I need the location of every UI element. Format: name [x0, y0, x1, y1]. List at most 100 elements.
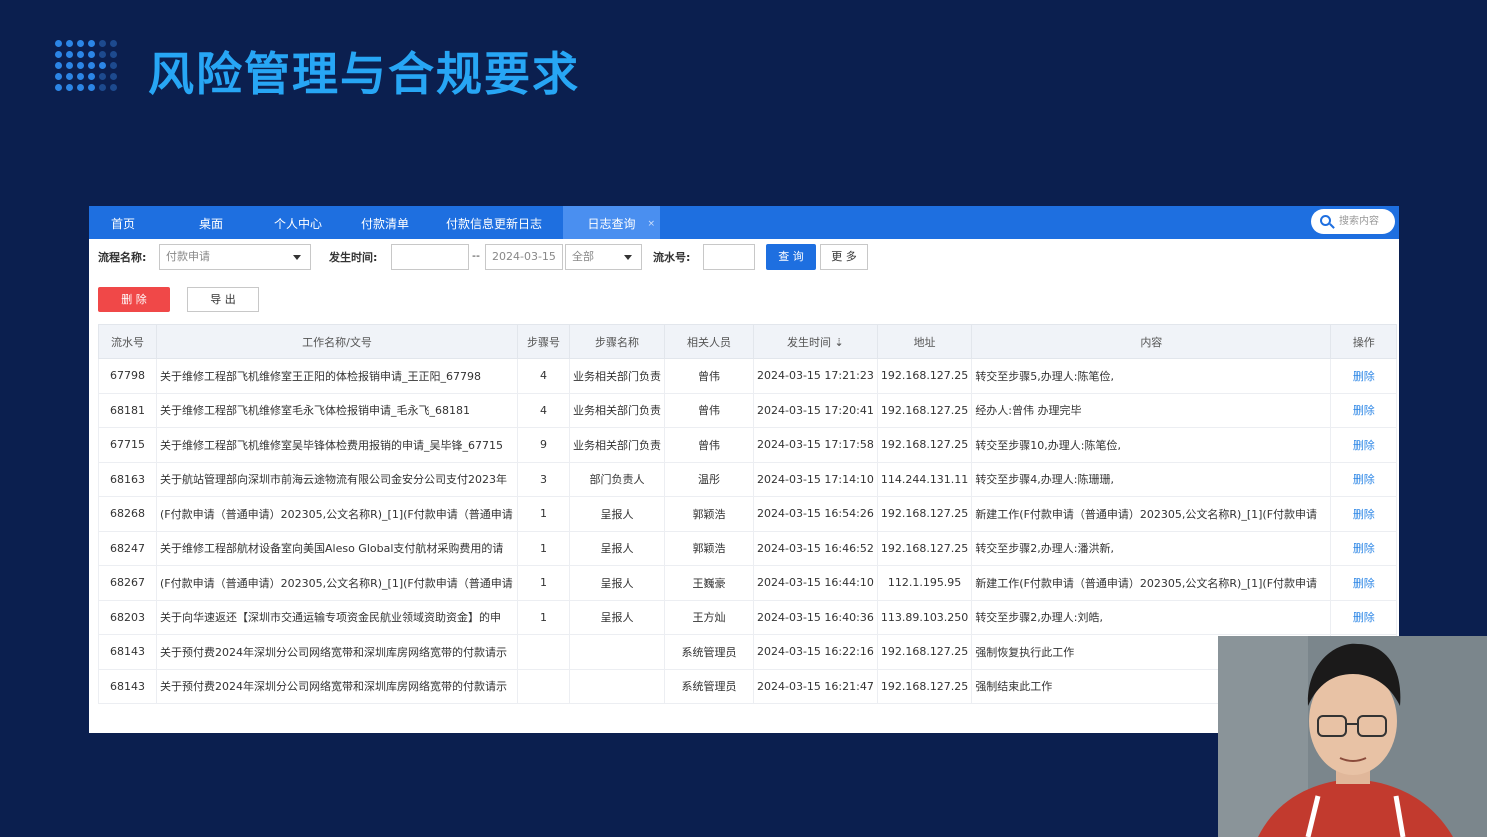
col-step-no[interactable]: 步骤号 — [517, 324, 570, 359]
cell-serial: 68181 — [98, 392, 157, 428]
col-time[interactable]: 发生时间 ⇣ — [753, 324, 878, 359]
col-content[interactable]: 内容 — [971, 324, 1332, 359]
cell-address: 192.168.127.25 — [876, 634, 973, 670]
table-row[interactable]: 68267 (F付款申请（普通申请）202305,公文名称R)_[1](F付款申请… — [98, 565, 1398, 601]
table-row[interactable]: 68181 关于维修工程部飞机维修室毛永飞体检报销申请_毛永飞_68181 4 业务相… — [98, 392, 1398, 428]
cell-step-name: 业务相关部门负责 — [569, 427, 665, 463]
serial-input[interactable] — [703, 244, 755, 270]
cell-action[interactable]: 删除 — [1330, 565, 1398, 601]
flow-name-label: 流程名称: — [98, 251, 147, 264]
col-action: 操作 — [1330, 324, 1398, 359]
time-start-input[interactable] — [391, 244, 469, 270]
cell-time: 2024-03-15 17:20:41 — [753, 392, 878, 428]
cell-work-name: 关于预付费2024年深圳分公司网络宽带和深圳库房网络宽带的付款请示 — [156, 668, 518, 704]
col-person[interactable]: 相关人员 — [664, 324, 754, 359]
table-row[interactable]: 67798 关于维修工程部飞机维修室王正阳的体检报销申请_王正阳_67798 4 业务… — [98, 358, 1398, 394]
cell-work-name: 关于预付费2024年深圳分公司网络宽带和深圳库房网络宽带的付款请示 — [156, 634, 518, 670]
cell-content: 转交至步骤4,办理人:陈珊珊, — [971, 461, 1332, 497]
time-end-value: 2024-03-15 — [492, 250, 556, 263]
cell-address: 192.168.127.25 — [876, 496, 973, 532]
cell-content: 转交至步骤5,办理人:陈笔俭, — [971, 358, 1332, 394]
cell-person: 曾伟 — [664, 392, 754, 428]
cell-serial: 68163 — [98, 461, 157, 497]
col-step-name[interactable]: 步骤名称 — [569, 324, 665, 359]
tab-label: 个人中心 — [273, 217, 322, 231]
cell-work-name: (F付款申请（普通申请）202305,公文名称R)_[1](F付款申请（普通申请 — [156, 565, 518, 601]
tab-payment-list[interactable]: 付款清单 — [349, 206, 421, 239]
time-separator: -- — [472, 249, 480, 262]
cell-step-no: 1 — [517, 496, 570, 532]
tab-log-query[interactable]: 日志查询 × — [563, 206, 660, 239]
table-row[interactable]: 68143 关于预付费2024年深圳分公司网络宽带和深圳库房网络宽带的付款请示 系统… — [98, 668, 1398, 704]
col-serial[interactable]: 流水号 — [98, 324, 157, 359]
cell-work-name: 关于航站管理部向深圳市前海云途物流有限公司金安分公司支付2023年 — [156, 461, 518, 497]
cell-time: 2024-03-15 17:17:58 — [753, 427, 878, 463]
table-row[interactable]: 68203 关于向华速返还【深圳市交通运输专项资金民航业领域资助资金】的申 1 呈报人… — [98, 599, 1398, 635]
more-button[interactable]: 更 多 — [820, 244, 868, 270]
col-address[interactable]: 地址 — [876, 324, 973, 359]
cell-person: 王巍豪 — [664, 565, 754, 601]
flow-name-select[interactable]: 付款申请 — [159, 244, 311, 270]
log-table: 流水号 工作名称/文号 步骤号 步骤名称 相关人员 发生时间 ⇣ 地址 内容 操… — [98, 324, 1398, 704]
cell-address: 192.168.127.25 — [876, 358, 973, 394]
query-button[interactable]: 查 询 — [766, 244, 816, 270]
decorative-dots — [55, 40, 121, 96]
tab-payment-update-log[interactable]: 付款信息更新日志 — [433, 206, 555, 239]
cell-work-name: 关于维修工程部飞机维修室王正阳的体检报销申请_王正阳_67798 — [156, 358, 518, 394]
cell-step-name: 部门负责人 — [569, 461, 665, 497]
chevron-down-icon — [624, 255, 632, 260]
cell-time: 2024-03-15 16:22:16 — [753, 634, 878, 670]
search-input[interactable]: 搜索内容 — [1311, 209, 1395, 234]
cell-person: 王方灿 — [664, 599, 754, 635]
cell-step-no — [517, 668, 570, 704]
cell-content: 转交至步骤2,办理人:刘皓, — [971, 599, 1332, 635]
range-select[interactable]: 全部 — [565, 244, 642, 270]
cell-step-name — [569, 668, 665, 704]
cell-serial: 67798 — [98, 358, 157, 394]
col-work-name[interactable]: 工作名称/文号 — [156, 324, 518, 359]
cell-work-name: 关于向华速返还【深圳市交通运输专项资金民航业领域资助资金】的申 — [156, 599, 518, 635]
cell-serial: 68267 — [98, 565, 157, 601]
cell-step-no: 4 — [517, 358, 570, 394]
tab-label: 桌面 — [198, 217, 223, 231]
search-icon — [1320, 215, 1331, 226]
cell-content: 经办人:曾伟 办理完毕 — [971, 392, 1332, 428]
delete-button[interactable]: 删 除 — [98, 287, 170, 312]
cell-person: 温彤 — [664, 461, 754, 497]
cell-step-no — [517, 634, 570, 670]
table-row[interactable]: 68163 关于航站管理部向深圳市前海云途物流有限公司金安分公司支付2023年 3 部… — [98, 461, 1398, 497]
cell-content: 转交至步骤2,办理人:潘洪新, — [971, 530, 1332, 566]
slide-title: 风险管理与合规要求 — [148, 47, 580, 101]
cell-action[interactable]: 删除 — [1330, 392, 1398, 428]
tab-home[interactable]: 首页 — [89, 206, 157, 239]
close-tab-icon[interactable]: × — [647, 206, 655, 242]
cell-action[interactable]: 删除 — [1330, 427, 1398, 463]
cell-action[interactable]: 删除 — [1330, 496, 1398, 532]
cell-step-no: 1 — [517, 530, 570, 566]
table-row[interactable]: 68247 关于维修工程部航材设备室向美国Aleso Global支付航材采购费用… — [98, 530, 1398, 566]
cell-address: 192.168.127.25 — [876, 668, 973, 704]
export-button[interactable]: 导 出 — [187, 287, 259, 312]
cell-time: 2024-03-15 17:14:10 — [753, 461, 878, 497]
cell-action[interactable]: 删除 — [1330, 599, 1398, 635]
tab-label: 日志查询 — [587, 217, 636, 231]
cell-action[interactable]: 删除 — [1330, 461, 1398, 497]
time-end-input[interactable]: 2024-03-15 — [485, 244, 563, 270]
cell-serial: 68203 — [98, 599, 157, 635]
cell-action[interactable]: 删除 — [1330, 530, 1398, 566]
serial-label: 流水号: — [653, 251, 691, 264]
app-window: 首页 桌面 个人中心 付款清单 付款信息更新日志 日志查询 × 搜索内容 流程名称… — [89, 206, 1399, 733]
tab-desktop[interactable]: 桌面 — [177, 206, 245, 239]
tab-personal-center[interactable]: 个人中心 — [264, 206, 332, 239]
cell-content: 转交至步骤10,办理人:陈笔俭, — [971, 427, 1332, 463]
cell-time: 2024-03-15 16:46:52 — [753, 530, 878, 566]
cell-step-no: 1 — [517, 565, 570, 601]
table-row[interactable]: 68143 关于预付费2024年深圳分公司网络宽带和深圳库房网络宽带的付款请示 系统… — [98, 634, 1398, 670]
cell-step-no: 9 — [517, 427, 570, 463]
cell-person: 系统管理员 — [664, 634, 754, 670]
table-row[interactable]: 67715 关于维修工程部飞机维修室吴毕锋体检费用报销的申请_吴毕锋_67715 9… — [98, 427, 1398, 463]
cell-action[interactable]: 删除 — [1330, 358, 1398, 394]
table-row[interactable]: 68268 (F付款申请（普通申请）202305,公文名称R)_[1](F付款申请… — [98, 496, 1398, 532]
cell-work-name: 关于维修工程部飞机维修室吴毕锋体检费用报销的申请_吴毕锋_67715 — [156, 427, 518, 463]
cell-step-name: 呈报人 — [569, 530, 665, 566]
